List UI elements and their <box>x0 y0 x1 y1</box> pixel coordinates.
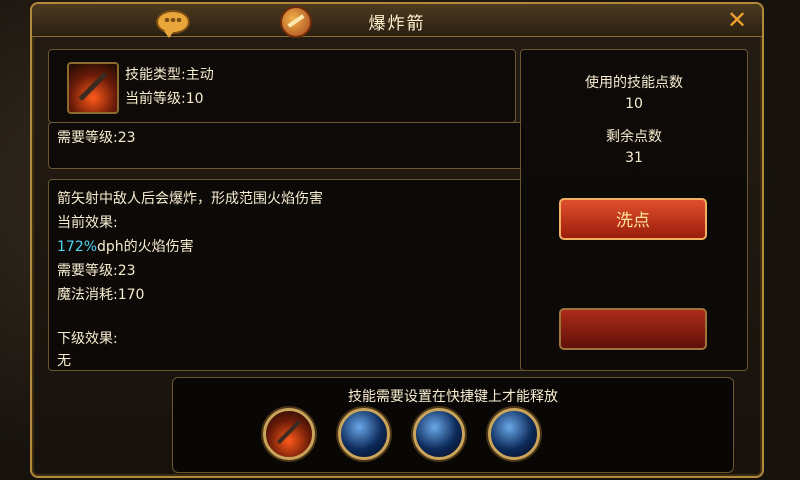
quickbar-slot-2[interactable] <box>338 408 390 460</box>
quickbar-panel: 技能需要设置在快捷键上才能释放 <box>172 377 734 473</box>
dialog-titlebar: 爆炸箭 ✕ <box>32 4 762 38</box>
close-icon[interactable]: ✕ <box>724 8 750 32</box>
skill-detail-dialog: 爆炸箭 ✕ 技能类型:主动 当前等级:10 需要等级:23 箭矢射中敌人后会爆炸… <box>30 2 764 478</box>
remaining-points-label: 剩余点数 <box>606 129 662 145</box>
used-points-label: 使用的技能点数 <box>585 75 683 91</box>
effect-required-level: 需要等级:23 <box>57 263 136 279</box>
quickbar-slot-1[interactable] <box>263 408 315 460</box>
description-panel: 箭矢射中敌人后会爆炸，形成范围火焰伤害 当前效果: 172%dph的火焰伤害 需… <box>48 179 526 371</box>
explosive-arrow-icon <box>67 62 119 114</box>
skill-type-text: 技能类型:主动 <box>125 67 214 83</box>
secondary-button[interactable] <box>559 308 707 350</box>
quickbar-slot-3[interactable] <box>413 408 465 460</box>
damage-value: 172% <box>57 239 98 255</box>
dialog-title: 爆炸箭 <box>368 14 426 34</box>
quickbar-hint: 技能需要设置在快捷键上才能释放 <box>348 389 558 405</box>
skill-points-panel: 使用的技能点数 10 剩余点数 31 洗点 <box>520 49 748 371</box>
mana-cost-text: 魔法消耗:170 <box>57 287 145 303</box>
next-effect-label: 下级效果: <box>57 331 118 347</box>
used-points-value: 10 <box>625 96 643 112</box>
damage-text: dph的火焰伤害 <box>97 239 194 255</box>
quickbar-slot-4[interactable] <box>488 408 540 460</box>
requirement-panel: 需要等级:23 <box>48 122 526 169</box>
description-text: 箭矢射中敌人后会爆炸，形成范围火焰伤害 <box>57 191 323 207</box>
next-effect-text: 无 <box>57 353 71 369</box>
skill-level-text: 当前等级:10 <box>125 91 204 107</box>
required-level-text: 需要等级:23 <box>57 130 136 146</box>
remaining-points-value: 31 <box>625 150 643 166</box>
current-effect-label: 当前效果: <box>57 215 118 231</box>
damage-line: 172%dph的火焰伤害 <box>57 236 194 256</box>
reset-points-button[interactable]: 洗点 <box>559 198 707 240</box>
skill-header-panel: 技能类型:主动 当前等级:10 <box>48 49 516 123</box>
